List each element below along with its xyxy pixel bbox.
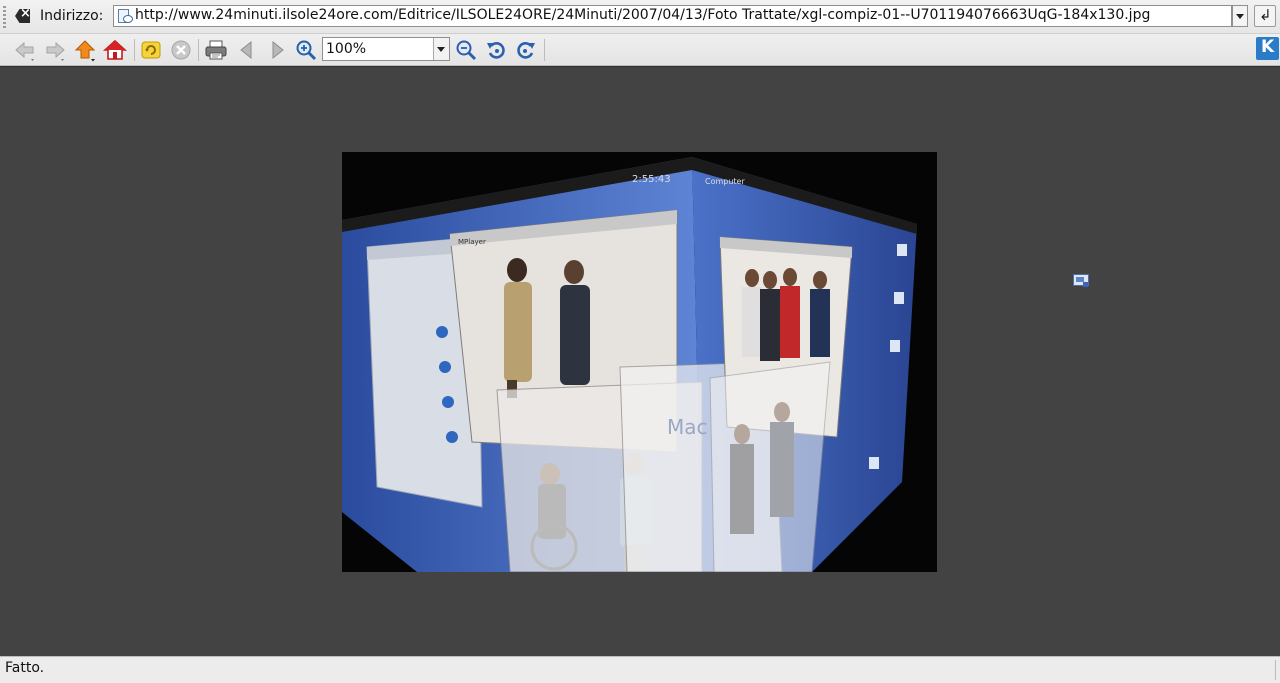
toolbar-separator — [198, 39, 199, 61]
home-icon — [103, 39, 127, 60]
zoom-select[interactable]: 100% — [322, 37, 450, 61]
kde-logo-icon[interactable] — [1256, 37, 1279, 60]
forward-button[interactable] — [43, 38, 67, 62]
cube-mplayer-label: MPlayer — [458, 238, 486, 246]
clear-location-icon[interactable] — [15, 9, 30, 23]
previous-icon — [240, 40, 252, 60]
status-separator — [1275, 660, 1276, 680]
reload-icon — [141, 41, 161, 59]
forward-arrow-icon — [46, 41, 65, 61]
printer-icon — [205, 40, 227, 60]
previous-button[interactable] — [235, 38, 259, 62]
status-text: Fatto. — [5, 660, 45, 676]
toolbar-separator — [544, 39, 545, 61]
zoom-dropdown-arrow[interactable] — [433, 38, 449, 60]
rotate-left-icon — [487, 42, 505, 59]
status-bar: Fatto. — [0, 656, 1280, 683]
address-toolbar: Indirizzo: http://www.24minuti.ilsole24o… — [0, 0, 1280, 34]
address-input[interactable]: http://www.24minuti.ilsole24ore.com/Edit… — [113, 5, 1232, 27]
next-icon — [272, 40, 284, 60]
zoom-out-button[interactable] — [454, 38, 478, 62]
stop-button[interactable] — [169, 38, 193, 62]
rotate-right-button[interactable] — [514, 38, 538, 62]
back-button[interactable] — [13, 38, 37, 62]
cube-computer-label: Computer — [705, 177, 745, 186]
rotate-left-button[interactable] — [484, 38, 508, 62]
go-button[interactable] — [1254, 5, 1276, 27]
home-button[interactable] — [103, 38, 127, 62]
displayed-image: 2:55:43 Computer MPlayer Mac — [342, 152, 937, 572]
zoom-out-icon — [456, 40, 477, 61]
cube-clock: 2:55:43 — [632, 174, 671, 185]
embedded-plugin-icon[interactable] — [1073, 274, 1089, 288]
up-arrow-icon — [74, 40, 96, 62]
reload-button[interactable] — [139, 38, 163, 62]
address-label: Indirizzo: — [40, 8, 104, 24]
next-button[interactable] — [265, 38, 289, 62]
rotate-right-icon — [517, 42, 535, 59]
toolbar-separator — [134, 39, 135, 61]
main-toolbar: 100% — [0, 34, 1280, 66]
compiz-cube-image: 2:55:43 Computer MPlayer Mac — [342, 157, 917, 572]
address-url[interactable]: http://www.24minuti.ilsole24ore.com/Edit… — [135, 7, 1150, 23]
address-history-dropdown[interactable] — [1232, 5, 1248, 27]
back-arrow-icon — [15, 41, 34, 61]
page-icon — [118, 9, 133, 23]
toolbar-grip[interactable] — [3, 6, 6, 28]
print-button[interactable] — [204, 38, 228, 62]
cube-mac-label: Mac — [667, 415, 708, 439]
zoom-in-button[interactable] — [294, 38, 318, 62]
image-viewport: 2:55:43 Computer MPlayer Mac — [0, 66, 1280, 656]
zoom-in-icon — [296, 40, 317, 61]
stop-icon — [171, 40, 191, 60]
up-button[interactable] — [73, 38, 97, 62]
zoom-value: 100% — [326, 41, 367, 57]
